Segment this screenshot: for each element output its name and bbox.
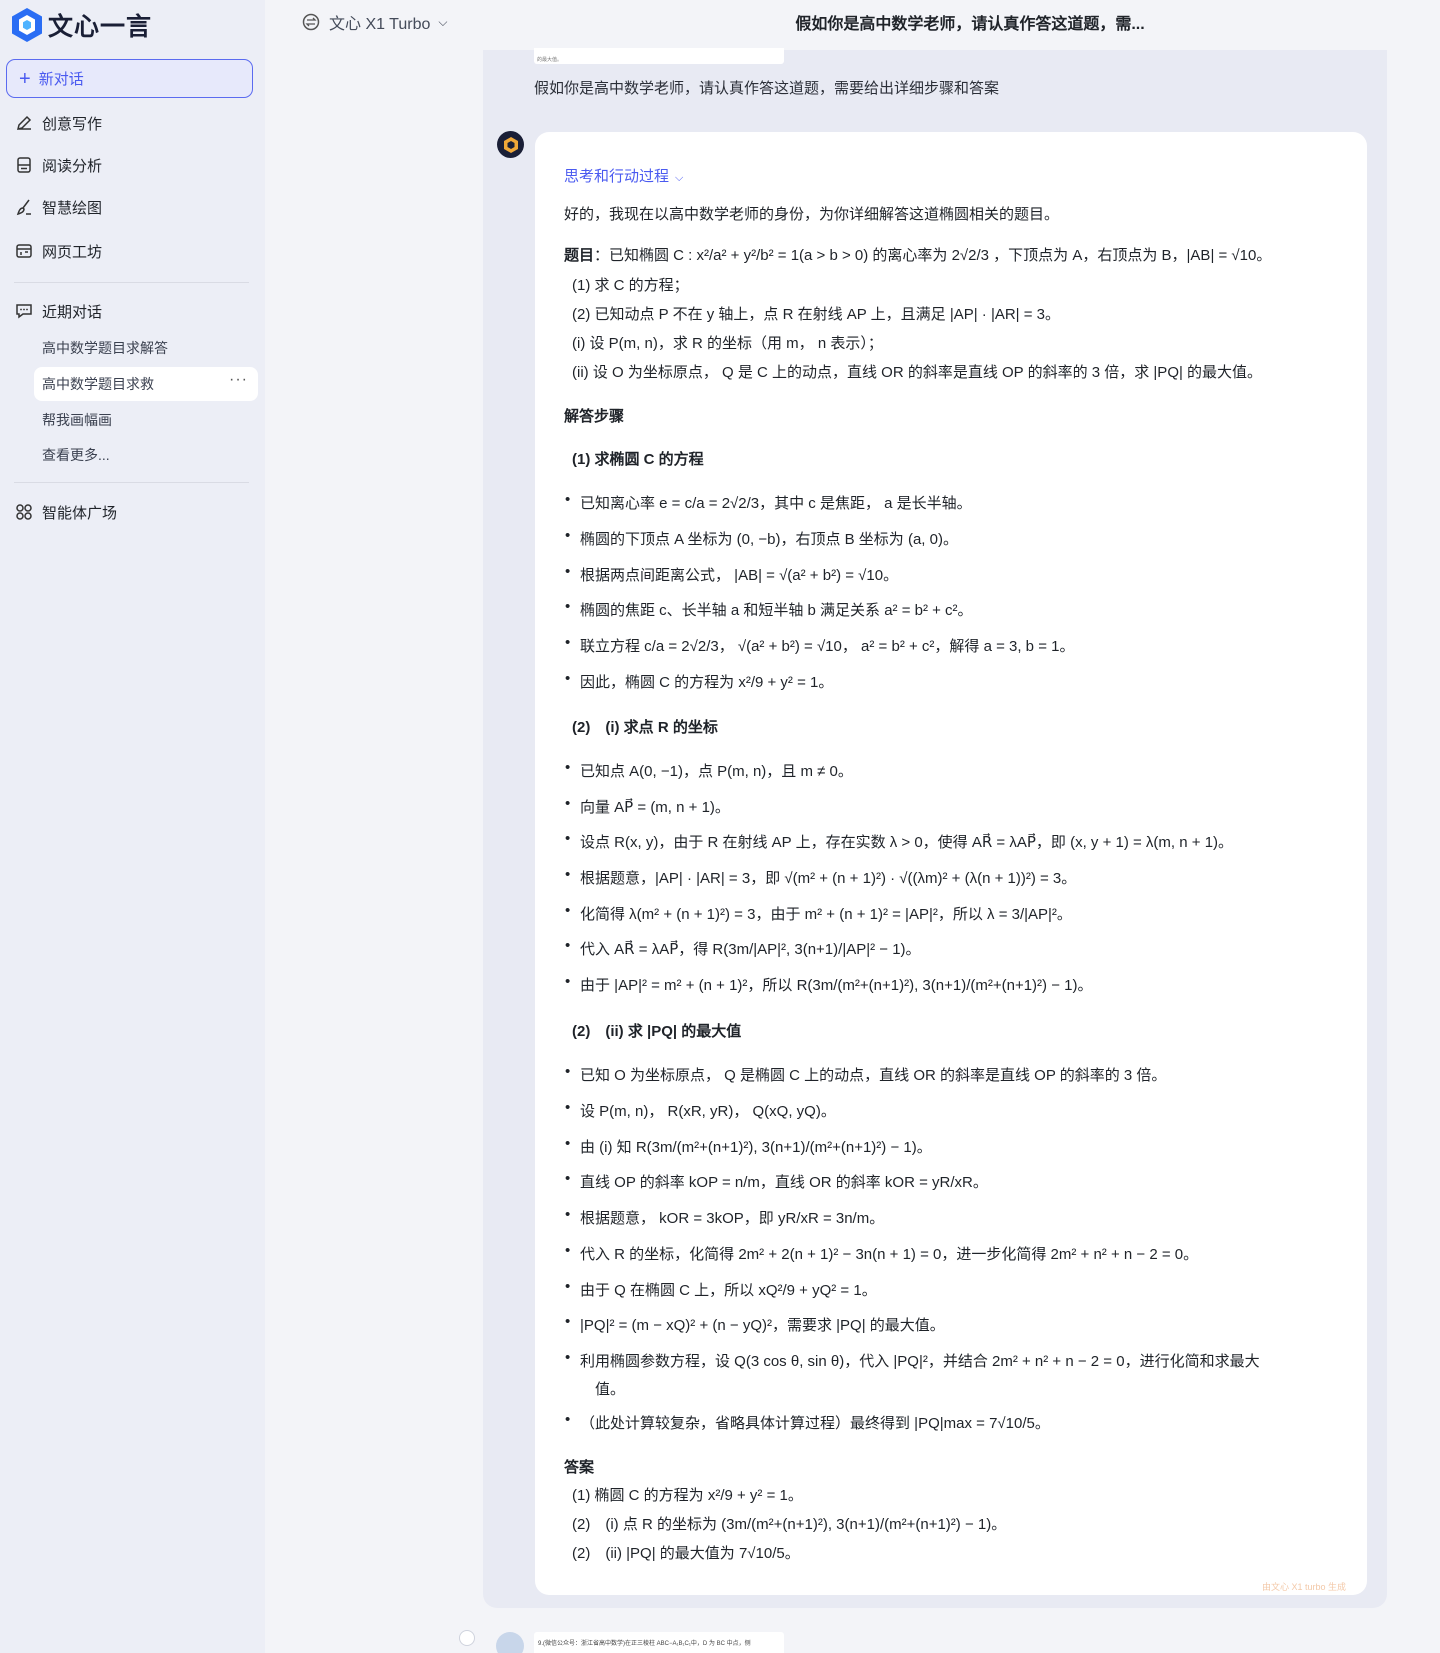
think-process-toggle[interactable]: 思考和行动过程 ⌵: [564, 165, 683, 186]
new-chat-button[interactable]: + 新对话: [6, 59, 253, 98]
bullet-item: 已知 O 为坐标原点， Q 是椭圆 C 上的动点，直线 OR 的斜率是直线 OP…: [565, 1063, 1166, 1085]
sidebar-divider: [14, 282, 249, 283]
plus-icon: +: [19, 67, 31, 90]
chat-title: 假如你是高中数学老师，请认真作答这道题，需...: [795, 16, 1145, 33]
sidebar: 文心一言 + 新对话 创意写作 阅读分析 智慧绘图 网页工坊 近期对话 高中数学…: [0, 0, 265, 1653]
sidebar-item-reading-analysis[interactable]: 阅读分析: [14, 150, 102, 180]
assistant-avatar: [497, 131, 524, 158]
bullet-item: 代入 AR⃗ = λAP⃗，得 R(3m/|AP|², 3(n+1)/|AP|²…: [565, 937, 921, 959]
bullet-item: 代入 R 的坐标，化简得 2m² + 2(n + 1)² − 3n(n + 1)…: [565, 1242, 1198, 1264]
document-icon: [14, 155, 34, 175]
bullet-item: |PQ|² = (m − xQ)² + (n − yQ)²，需要求 |PQ| 的…: [565, 1313, 945, 1335]
problem-statement: 题目：已知椭圆 C : x²/a² + y²/b² = 1(a > b > 0)…: [564, 244, 1271, 265]
bullet-item: 直线 OP 的斜率 kOP = n/m，直线 OR 的斜率 kOR = yR/x…: [565, 1170, 988, 1192]
user-message: 假如你是高中数学老师，请认真作答这道题，需要给出详细步骤和答案: [534, 80, 1000, 97]
bullet-item-continuation: 值。: [595, 1381, 626, 1398]
problem-item: (ii) 设 O 为坐标原点， Q 是 C 上的动点，直线 OR 的斜率是直线 …: [572, 364, 1263, 381]
more-options-icon[interactable]: ···: [229, 371, 248, 389]
recent-chat-title: 高中数学题目求救: [42, 376, 154, 392]
model-selector[interactable]: 文心 X1 Turbo ⌵: [302, 8, 448, 36]
sidebar-item-web-workshop[interactable]: 网页工坊: [14, 236, 102, 266]
new-chat-label: 新对话: [38, 71, 84, 88]
chevron-down-icon: ⌵: [675, 172, 684, 184]
view-more-link[interactable]: 查看更多...: [34, 438, 258, 472]
bullet-item: 因此，椭圆 C 的方程为 x²/9 + y² = 1。: [565, 670, 833, 692]
view-more-label: 查看更多...: [42, 447, 110, 463]
recent-chat-title: 帮我画幅画: [42, 412, 112, 428]
final-answer-item: (2) (i) 点 R 的坐标为 (3m/(m²+(n+1)²), 3(n+1)…: [572, 1516, 1007, 1533]
section-3-title: (2) (ii) 求 |PQ| 的最大值: [572, 1023, 742, 1040]
bullet-item: 设点 R(x, y)，由于 R 在射线 AP 上，存在实数 λ > 0，使得 A…: [565, 830, 1233, 852]
sidebar-item-label: 智慧绘图: [42, 199, 103, 217]
bullet-item: 设 P(m, n)， R(xR, yR)， Q(xQ, yQ)。: [565, 1099, 836, 1121]
bullet-item: 椭圆的下顶点 A 坐标为 (0, −b)，右顶点 B 坐标为 (a, 0)。: [565, 527, 958, 549]
bullet-item: 由 (i) 知 R(3m/(m²+(n+1)²), 3(n+1)/(m²+(n+…: [565, 1135, 932, 1157]
recent-chats-header: 近期对话: [14, 296, 102, 326]
problem-item: (1) 求 C 的方程；: [572, 277, 689, 294]
sidebar-item-label: 创意写作: [42, 115, 103, 133]
uploaded-image[interactable]: 的最大值。: [534, 48, 784, 64]
bullet-item: 由于 |AP|² = m² + (n + 1)²，所以 R(3m/(m²+(n+…: [565, 973, 1092, 995]
recent-chat-title: 高中数学题目求解答: [42, 340, 168, 356]
answer-heading: 答案: [564, 1459, 595, 1476]
chat-bubble-icon: [14, 301, 34, 321]
problem-item: (i) 设 P(m, n)，求 R 的坐标（用 m， n 表示）；: [572, 335, 883, 352]
bullet-item: 由于 Q 在椭圆 C 上，所以 xQ²/9 + yQ² = 1。: [565, 1278, 877, 1300]
section-2-title: (2) (i) 求点 R 的坐标: [572, 719, 718, 736]
sidebar-item-label: 阅读分析: [42, 157, 103, 175]
steps-heading: 解答步骤: [564, 408, 625, 425]
generated-by-watermark: 由文心 X1 turbo 生成: [1262, 1582, 1347, 1592]
bullet-item: 向量 AP⃗ = (m, n + 1)。: [565, 795, 730, 817]
answer-intro: 好的，我现在以高中数学老师的身份，为你详细解答这道椭圆相关的题目。: [564, 206, 1060, 223]
recent-chat-item-active[interactable]: 高中数学题目求救 ···: [34, 367, 258, 401]
bullet-item: 椭圆的焦距 c、长半轴 a 和短半轴 b 满足关系 a² = b² + c²。: [565, 598, 973, 620]
chevron-down-icon: ⌵: [438, 14, 448, 29]
select-checkbox[interactable]: [459, 1630, 475, 1646]
bullet-item: 根据题意，|AP| · |AR| = 3，即 √(m² + (n + 1)²) …: [565, 866, 1076, 888]
brush-icon: [14, 197, 34, 217]
sidebar-divider: [14, 482, 249, 483]
app-name: 文心一言: [48, 13, 153, 41]
sidebar-item-creative-writing[interactable]: 创意写作: [14, 108, 102, 138]
problem-text: ：已知椭圆 C : x²/a² + y²/b² = 1(a > b > 0) 的…: [594, 247, 1272, 264]
bullet-item: 已知离心率 e = c/a = 2√2/3，其中 c 是焦距， a 是长半轴。: [565, 491, 972, 513]
bullet-item: 已知点 A(0, −1)，点 P(m, n)，且 m ≠ 0。: [565, 759, 853, 781]
sidebar-item-smart-drawing[interactable]: 智慧绘图: [14, 192, 102, 222]
webpage-icon: [14, 241, 34, 261]
bullet-item: 根据题意， kOR = 3kOP，即 yR/xR = 3n/m。: [565, 1206, 884, 1228]
bullet-item: 联立方程 c/a = 2√2/3， √(a² + b²) = √10， a² =…: [565, 634, 1074, 656]
next-uploaded-image[interactable]: 9.(微信公众号：浙江省高中数学)在正三棱柱 ABC−A₁B₁C₁中，D 为 B…: [534, 1632, 784, 1653]
think-process-label: 思考和行动过程: [564, 168, 670, 185]
final-answer-item: (1) 椭圆 C 的方程为 x²/9 + y² = 1。: [572, 1487, 803, 1504]
problem-item: (2) 已知动点 P 不在 y 轴上，点 R 在射线 AP 上，且满足 |AP|…: [572, 306, 1061, 323]
user-avatar: [496, 1632, 524, 1653]
sidebar-item-agent-plaza[interactable]: 智能体广场: [14, 497, 117, 527]
recent-chats-label: 近期对话: [42, 303, 103, 321]
next-image-caption: 9.(微信公众号：浙江省高中数学)在正三棱柱 ABC−A₁B₁C₁中，D 为 B…: [538, 1641, 751, 1647]
bullet-item: 化简得 λ(m² + (n + 1)²) = 3，由于 m² + (n + 1)…: [565, 902, 1072, 924]
sidebar-item-label: 智能体广场: [42, 504, 118, 522]
logo-icon: [12, 8, 42, 42]
recent-chat-item[interactable]: 帮我画幅画: [34, 403, 258, 437]
bullet-item: （此处计算较复杂，省略具体计算过程）最终得到 |PQ|max = 7√10/5。: [565, 1411, 1050, 1433]
bullet-item: 根据两点间距离公式， |AB| = √(a² + b²) = √10。: [565, 563, 898, 585]
model-icon: [302, 13, 320, 31]
sidebar-item-label: 网页工坊: [42, 243, 103, 261]
bullet-item: 利用椭圆参数方程，设 Q(3 cos θ, sin θ)，代入 |PQ|²，并结…: [565, 1349, 1260, 1371]
problem-label: 题目: [564, 247, 595, 264]
pen-icon: [14, 113, 34, 133]
app-logo[interactable]: 文心一言: [10, 6, 152, 44]
assistant-avatar-icon: [503, 136, 518, 153]
uploaded-image-caption: 的最大值。: [537, 57, 563, 63]
recent-chat-item[interactable]: 高中数学题目求解答: [34, 331, 258, 365]
model-name: 文心 X1 Turbo: [329, 16, 431, 33]
grid-icon: [14, 502, 34, 522]
section-1-title: (1) 求椭圆 C 的方程: [572, 451, 704, 468]
final-answer-item: (2) (ii) |PQ| 的最大值为 7√10/5。: [572, 1545, 800, 1562]
